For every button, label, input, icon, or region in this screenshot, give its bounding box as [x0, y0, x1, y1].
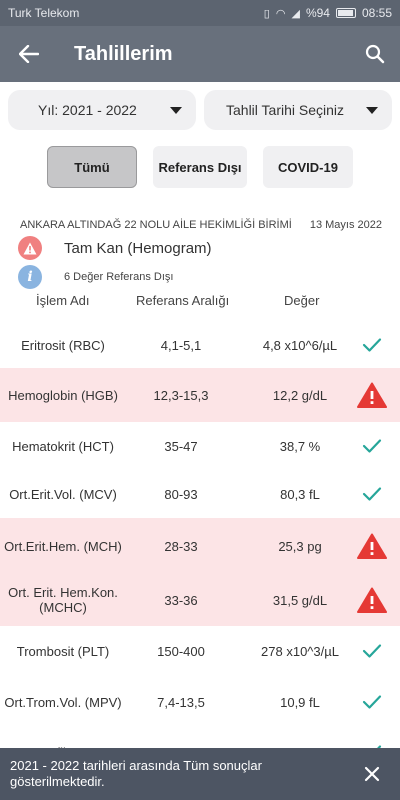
app-bar: Tahlillerim	[0, 26, 400, 82]
filter-tabs: Tümü Referans Dışı COVID-19	[0, 146, 400, 188]
report-date: 13 Mayıs 2022	[309, 219, 382, 231]
row-test-name: Ort.Trom.Vol. (MPV)	[4, 694, 122, 710]
column-header-name: İşlem Adı	[36, 293, 90, 308]
row-test-name: Ort. Erit. Hem.Kon. (MCHC)	[8, 585, 118, 615]
check-icon	[354, 684, 390, 720]
battery-icon	[335, 8, 356, 18]
vibrate-icon: ▯	[263, 7, 270, 20]
row-value: 80,3 fL	[280, 486, 320, 502]
warning-icon	[354, 528, 390, 564]
row-value: 25,3 pg	[278, 538, 322, 554]
warning-icon	[18, 236, 42, 260]
test-date-dropdown-label: Tahlil Tarihi Seçiniz	[226, 102, 345, 118]
snackbar: 2021 - 2022 tarihleri arasında Tüm sonuç…	[0, 748, 400, 800]
filter-bar: Yıl: 2021 - 2022 Tahlil Tarihi Seçiniz	[0, 90, 400, 130]
row-reference-range: 4,1-5,1	[160, 337, 202, 353]
out-of-range-count: 6 Değer Referans Dışı	[64, 271, 174, 283]
year-dropdown[interactable]: Yıl: 2021 - 2022	[8, 90, 196, 130]
wifi-icon: ◠	[275, 7, 286, 20]
row-test-name: Trombosit (PLT)	[16, 643, 110, 659]
table-row[interactable]: Eritrosit (RBC) 4,1-5,1 4,8 x10^6/µL	[0, 322, 400, 368]
row-test-name: Eritrosit (RBC)	[21, 337, 105, 353]
caret-down-icon	[170, 106, 182, 114]
row-reference-range: 33-36	[164, 592, 198, 608]
report-header: ANKARA ALTINDAĞ 22 NOLU AİLE HEKİMLİĞİ B…	[20, 219, 382, 231]
row-value: 31,5 g/dL	[272, 592, 328, 608]
test-title-row[interactable]: Tam Kan (Hemogram)	[18, 236, 212, 260]
table-row[interactable]: Hematokrit (HCT) 35-47 38,7 %	[0, 422, 400, 470]
test-date-dropdown[interactable]: Tahlil Tarihi Seçiniz	[204, 90, 392, 130]
warning-icon	[354, 377, 390, 413]
snackbar-close-button[interactable]	[354, 756, 390, 792]
clock: 08:55	[361, 6, 392, 20]
check-icon	[354, 633, 390, 669]
table-row[interactable]: Ort. Erit. Hem.Kon. (MCHC) 33-36 31,5 g/…	[0, 574, 400, 626]
battery-percent: %94	[305, 6, 330, 20]
test-name: Tam Kan (Hemogram)	[64, 239, 212, 257]
warning-icon	[354, 582, 390, 618]
results-table-header: İşlem Adı Referans Aralığı Değer	[0, 293, 400, 311]
caret-down-icon	[366, 106, 378, 114]
table-row[interactable]: Trombosit (PLT) 150-400 278 x10^3/µL	[0, 626, 400, 676]
signal-icon: ◢	[291, 7, 300, 20]
tab-all[interactable]: Tümü	[47, 146, 137, 188]
row-value: 38,7 %	[279, 438, 321, 454]
row-test-name: Ort.Erit.Hem. (MCH)	[4, 538, 122, 554]
arrow-left-icon	[19, 45, 39, 63]
snackbar-message: 2021 - 2022 tarihleri arasında Tüm sonuç…	[10, 758, 262, 789]
check-icon	[354, 428, 390, 464]
row-value: 4,8 x10^6/µL	[262, 337, 338, 353]
row-reference-range: 35-47	[164, 438, 198, 454]
table-row[interactable]: Ort.Trom.Vol. (MPV) 7,4-13,5 10,9 fL	[0, 676, 400, 728]
out-of-range-summary: i 6 Değer Referans Dışı	[18, 265, 173, 289]
table-row[interactable]: Ort.Erit.Hem. (MCH) 28-33 25,3 pg	[0, 518, 400, 574]
close-icon	[364, 766, 380, 782]
row-value: 12,2 g/dL	[272, 387, 328, 403]
column-header-value: Değer	[284, 293, 320, 308]
row-reference-range: 7,4-13,5	[157, 694, 205, 710]
info-icon: i	[18, 265, 42, 289]
search-button[interactable]	[350, 26, 400, 82]
results-table: Eritrosit (RBC) 4,1-5,1 4,8 x10^6/µL Hem…	[0, 322, 400, 776]
institution-name: ANKARA ALTINDAĞ 22 NOLU AİLE HEKİMLİĞİ B…	[20, 219, 292, 231]
tab-covid-19[interactable]: COVID-19	[263, 146, 353, 188]
row-test-name: Hematokrit (HCT)	[12, 438, 114, 454]
row-reference-range: 12,3-15,3	[153, 387, 209, 403]
status-bar: Turk Telekom ▯ ◠ ◢ %94 08:55	[0, 0, 400, 26]
row-test-name: Hemoglobin (HGB)	[8, 387, 118, 403]
table-row[interactable]: Hemoglobin (HGB) 12,3-15,3 12,2 g/dL	[0, 368, 400, 422]
year-dropdown-label: Yıl: 2021 - 2022	[38, 102, 137, 118]
status-icons: ▯ ◠ ◢ %94 08:55	[264, 6, 392, 20]
check-icon	[354, 476, 390, 512]
check-icon	[354, 327, 390, 363]
carrier-name: Turk Telekom	[8, 6, 80, 20]
row-test-name: Ort.Erit.Vol. (MCV)	[9, 486, 117, 502]
row-value: 278 x10^3/µL	[261, 643, 339, 659]
row-reference-range: 150-400	[157, 643, 205, 659]
table-row[interactable]: Ort.Erit.Vol. (MCV) 80-93 80,3 fL	[0, 470, 400, 518]
column-header-reference: Referans Aralığı	[136, 293, 230, 308]
row-reference-range: 28-33	[164, 538, 198, 554]
page-title: Tahlillerim	[74, 42, 173, 65]
tab-out-of-range[interactable]: Referans Dışı	[153, 146, 247, 188]
back-button[interactable]	[0, 26, 58, 82]
row-value: 10,9 fL	[280, 694, 320, 710]
search-icon	[365, 44, 385, 64]
row-reference-range: 80-93	[164, 486, 198, 502]
